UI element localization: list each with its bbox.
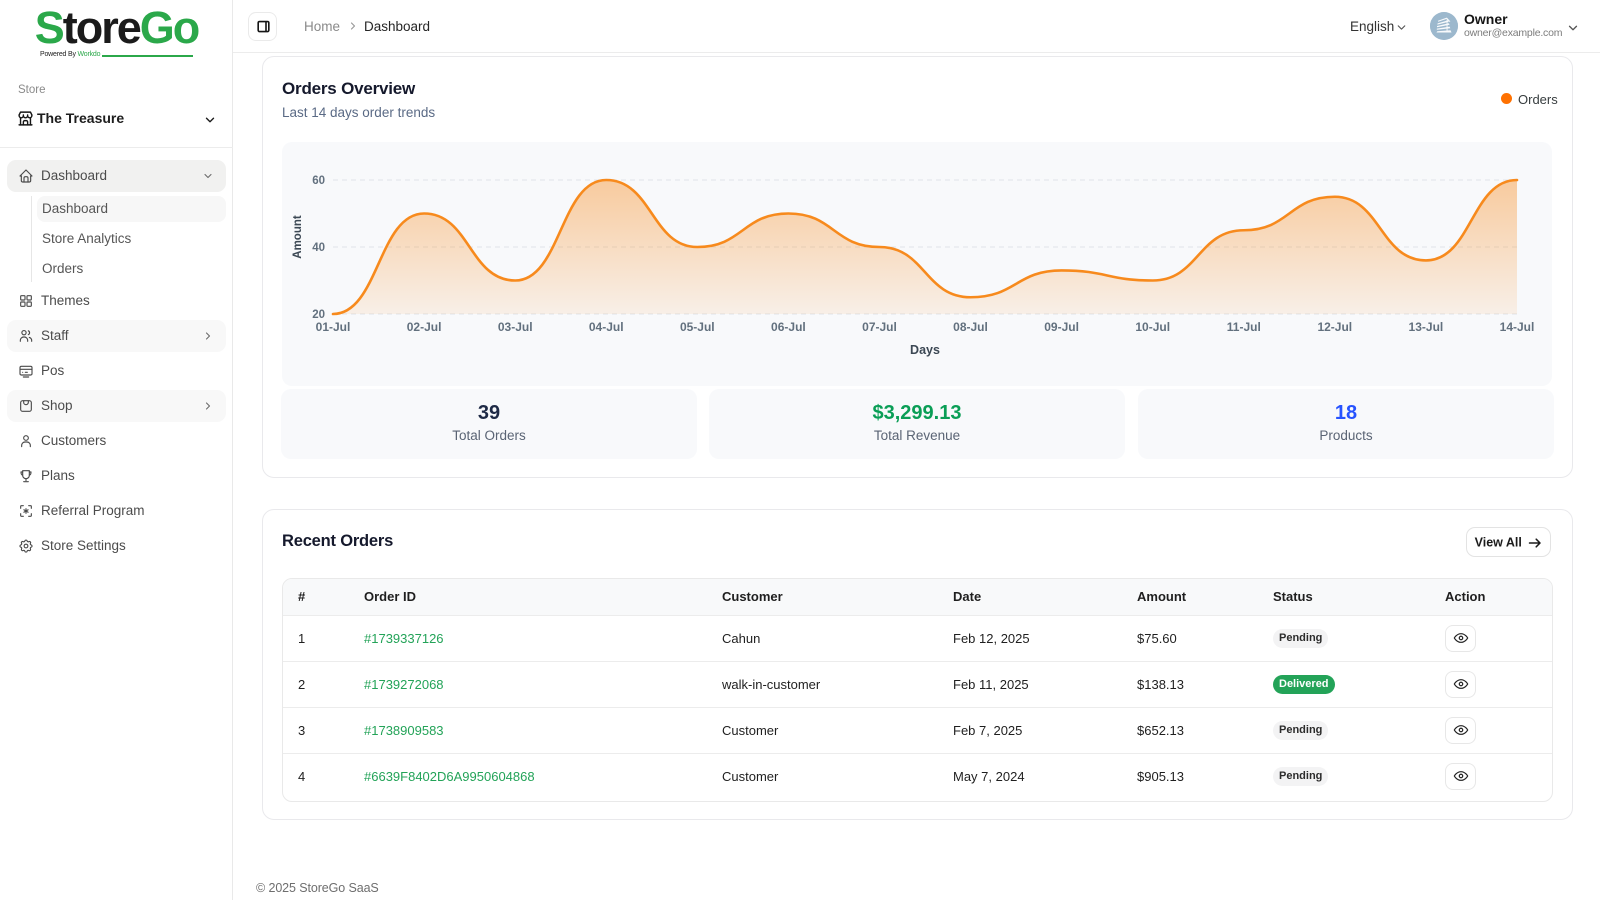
- svg-text:40: 40: [312, 242, 325, 254]
- svg-text:02-Jul: 02-Jul: [407, 320, 442, 334]
- svg-text:07-Jul: 07-Jul: [862, 320, 897, 334]
- svg-text:04-Jul: 04-Jul: [589, 320, 624, 334]
- svg-text:05-Jul: 05-Jul: [680, 320, 715, 334]
- svg-text:60: 60: [312, 175, 325, 187]
- svg-text:13-Jul: 13-Jul: [1409, 320, 1444, 334]
- svg-text:06-Jul: 06-Jul: [771, 320, 806, 334]
- svg-text:14-Jul: 14-Jul: [1500, 320, 1535, 334]
- svg-text:Amount: Amount: [292, 215, 304, 259]
- svg-text:Days: Days: [910, 343, 940, 357]
- svg-text:01-Jul: 01-Jul: [316, 320, 351, 334]
- svg-text:12-Jul: 12-Jul: [1317, 320, 1352, 334]
- svg-text:11-Jul: 11-Jul: [1227, 320, 1261, 334]
- svg-text:10-Jul: 10-Jul: [1135, 320, 1170, 334]
- svg-text:03-Jul: 03-Jul: [498, 320, 533, 334]
- svg-text:09-Jul: 09-Jul: [1044, 320, 1079, 334]
- svg-text:08-Jul: 08-Jul: [953, 320, 988, 334]
